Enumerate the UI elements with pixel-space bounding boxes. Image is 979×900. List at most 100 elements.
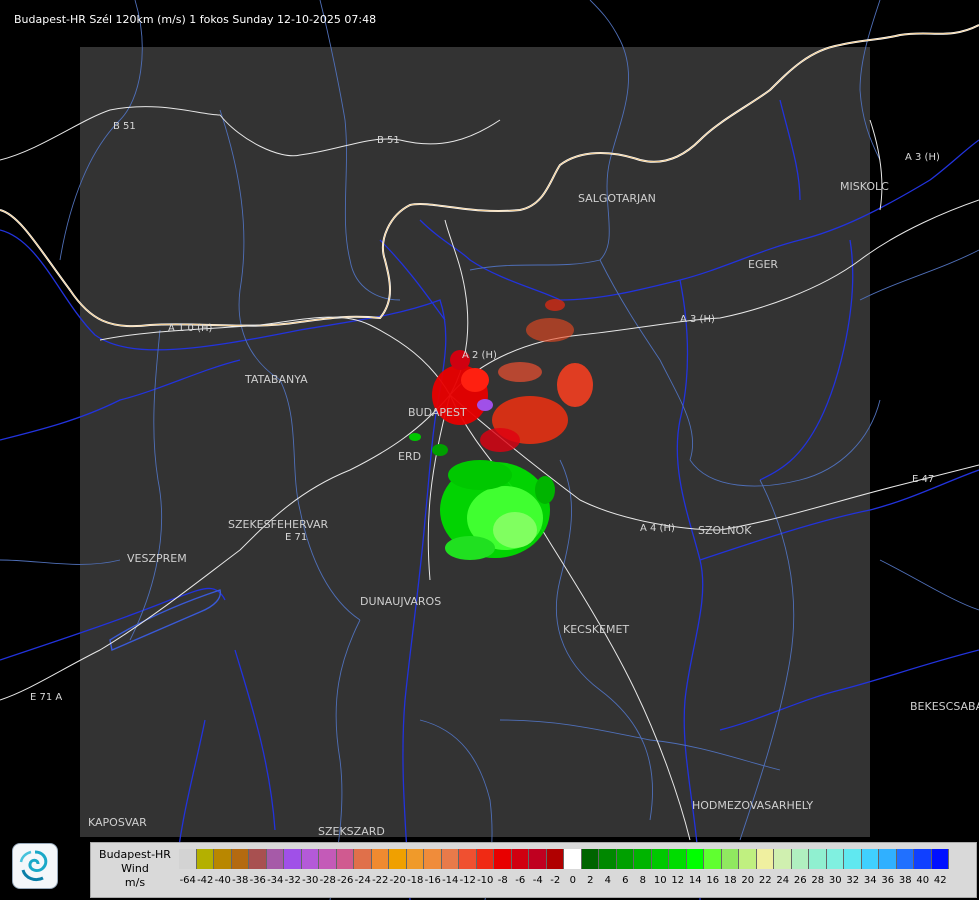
legend-tick: 32 bbox=[846, 875, 860, 886]
city-label: ERD bbox=[398, 450, 421, 463]
legend-color-cell bbox=[581, 849, 599, 869]
legend-tick: -32 bbox=[284, 875, 301, 886]
legend-tick: -2 bbox=[550, 875, 561, 886]
legend-color-cell bbox=[774, 849, 792, 869]
legend-color-cell bbox=[511, 849, 529, 869]
swirl-logo-icon bbox=[19, 850, 48, 882]
legend-tick: 4 bbox=[604, 875, 611, 886]
legend-tick: -8 bbox=[497, 875, 508, 886]
road-label: E 71 A bbox=[30, 692, 62, 703]
legend-color-cell bbox=[249, 849, 267, 869]
legend-color-cell bbox=[231, 849, 249, 869]
city-label: SZEKESFEHERVAR bbox=[228, 518, 329, 531]
legend-color-cell bbox=[371, 849, 389, 869]
legend-color-cell bbox=[214, 849, 232, 869]
legend-tick: -4 bbox=[532, 875, 543, 886]
city-label: MISKOLC bbox=[840, 180, 889, 193]
road-label: A 2 (H) bbox=[462, 350, 497, 361]
legend-tick: 28 bbox=[811, 875, 825, 886]
radar-title: Budapest-HR Szél 120km (m/s) 1 fokos Sun… bbox=[14, 13, 377, 26]
legend-color-cell bbox=[861, 849, 879, 869]
legend-color-cell bbox=[494, 849, 512, 869]
legend-tick: -28 bbox=[319, 875, 336, 886]
legend-color-cell bbox=[686, 849, 704, 869]
legend-tick: 12 bbox=[671, 875, 685, 886]
legend-tick: 26 bbox=[793, 875, 807, 886]
legend-tick: -14 bbox=[442, 875, 459, 886]
legend-tick: -30 bbox=[302, 875, 319, 886]
legend-tick: -10 bbox=[477, 875, 494, 886]
legend-color-cell bbox=[179, 849, 197, 869]
legend-color-cell bbox=[599, 849, 617, 869]
legend-tick: 14 bbox=[688, 875, 702, 886]
city-label: VESZPREM bbox=[127, 552, 187, 565]
legend-color-cell bbox=[266, 849, 284, 869]
legend-tick: -42 bbox=[197, 875, 214, 886]
legend-tick: 18 bbox=[723, 875, 737, 886]
legend-color-cell bbox=[809, 849, 827, 869]
color-legend: Budapest-HR Wind m/s -64 -42 -40 -38 -36 -34-… bbox=[90, 842, 977, 898]
legend-color-cell bbox=[424, 849, 442, 869]
legend-color-cell bbox=[756, 849, 774, 869]
legend-tick: 34 bbox=[863, 875, 877, 886]
legend-tick: 10 bbox=[653, 875, 667, 886]
legend-tick: 30 bbox=[828, 875, 842, 886]
legend-tick: -20 bbox=[389, 875, 406, 886]
legend-tick: 0 bbox=[569, 875, 576, 886]
logo bbox=[12, 843, 58, 889]
legend-color-cell bbox=[739, 849, 757, 869]
legend-tick: 24 bbox=[776, 875, 790, 886]
legend-label: Budapest-HR Wind m/s bbox=[91, 843, 179, 897]
radar-map: SALGOTARJAN MISKOLC EGER TATABANYA BUDAPEST E… bbox=[0, 0, 979, 900]
legend-station: Budapest-HR bbox=[99, 848, 171, 861]
legend-color-cell bbox=[406, 849, 424, 869]
legend-tick: 20 bbox=[741, 875, 755, 886]
legend-tick: -26 bbox=[337, 875, 354, 886]
road-label: E 47 bbox=[912, 474, 934, 485]
road-label: B 51 bbox=[113, 121, 136, 132]
city-label: BUDAPEST bbox=[408, 406, 467, 419]
legend-color-cell bbox=[354, 849, 372, 869]
road-label: E 71 bbox=[285, 532, 307, 543]
legend-tick: -6 bbox=[515, 875, 526, 886]
city-label: KECSKEMET bbox=[563, 623, 629, 636]
legend-tick: 6 bbox=[622, 875, 629, 886]
legend-color-cell bbox=[284, 849, 302, 869]
legend-color-cell bbox=[564, 849, 582, 869]
legend-tick: 2 bbox=[587, 875, 594, 886]
city-label: SALGOTARJAN bbox=[578, 192, 656, 205]
legend-color-cell bbox=[651, 849, 669, 869]
legend-color-cell bbox=[389, 849, 407, 869]
city-label: SZEKSZARD bbox=[318, 825, 385, 838]
legend-tick: 16 bbox=[706, 875, 720, 886]
city-label: EGER bbox=[748, 258, 778, 271]
city-label: SZOLNOK bbox=[698, 524, 752, 537]
road-label: A 4 (H) bbox=[640, 523, 675, 534]
legend-color-cell bbox=[704, 849, 722, 869]
legend-tick: -64 bbox=[179, 875, 196, 886]
legend-tick: -40 bbox=[214, 875, 231, 886]
legend-color-cell bbox=[931, 849, 949, 869]
legend-tick: -38 bbox=[232, 875, 249, 886]
legend-color-cell bbox=[529, 849, 547, 869]
legend-tick: -22 bbox=[372, 875, 389, 886]
legend-color-cell bbox=[476, 849, 494, 869]
legend-tick: -16 bbox=[424, 875, 441, 886]
legend-tick: 38 bbox=[898, 875, 912, 886]
city-label: DUNAUJVAROS bbox=[360, 595, 441, 608]
legend-tick: 36 bbox=[881, 875, 895, 886]
legend-color-cell bbox=[634, 849, 652, 869]
legend-color-cell bbox=[441, 849, 459, 869]
legend-color-cell bbox=[826, 849, 844, 869]
legend-color-cell bbox=[196, 849, 214, 869]
legend-color-cell bbox=[896, 849, 914, 869]
legend-color-scale bbox=[179, 849, 949, 869]
legend-tick: -24 bbox=[354, 875, 371, 886]
city-label: BEKESCSABA bbox=[910, 700, 979, 713]
legend-color-cell bbox=[616, 849, 634, 869]
legend-parameter: Wind bbox=[121, 862, 149, 875]
legend-tick: -36 bbox=[249, 875, 266, 886]
legend-tick: 8 bbox=[639, 875, 646, 886]
city-label: TATABANYA bbox=[244, 373, 308, 386]
legend-color-cell bbox=[319, 849, 337, 869]
